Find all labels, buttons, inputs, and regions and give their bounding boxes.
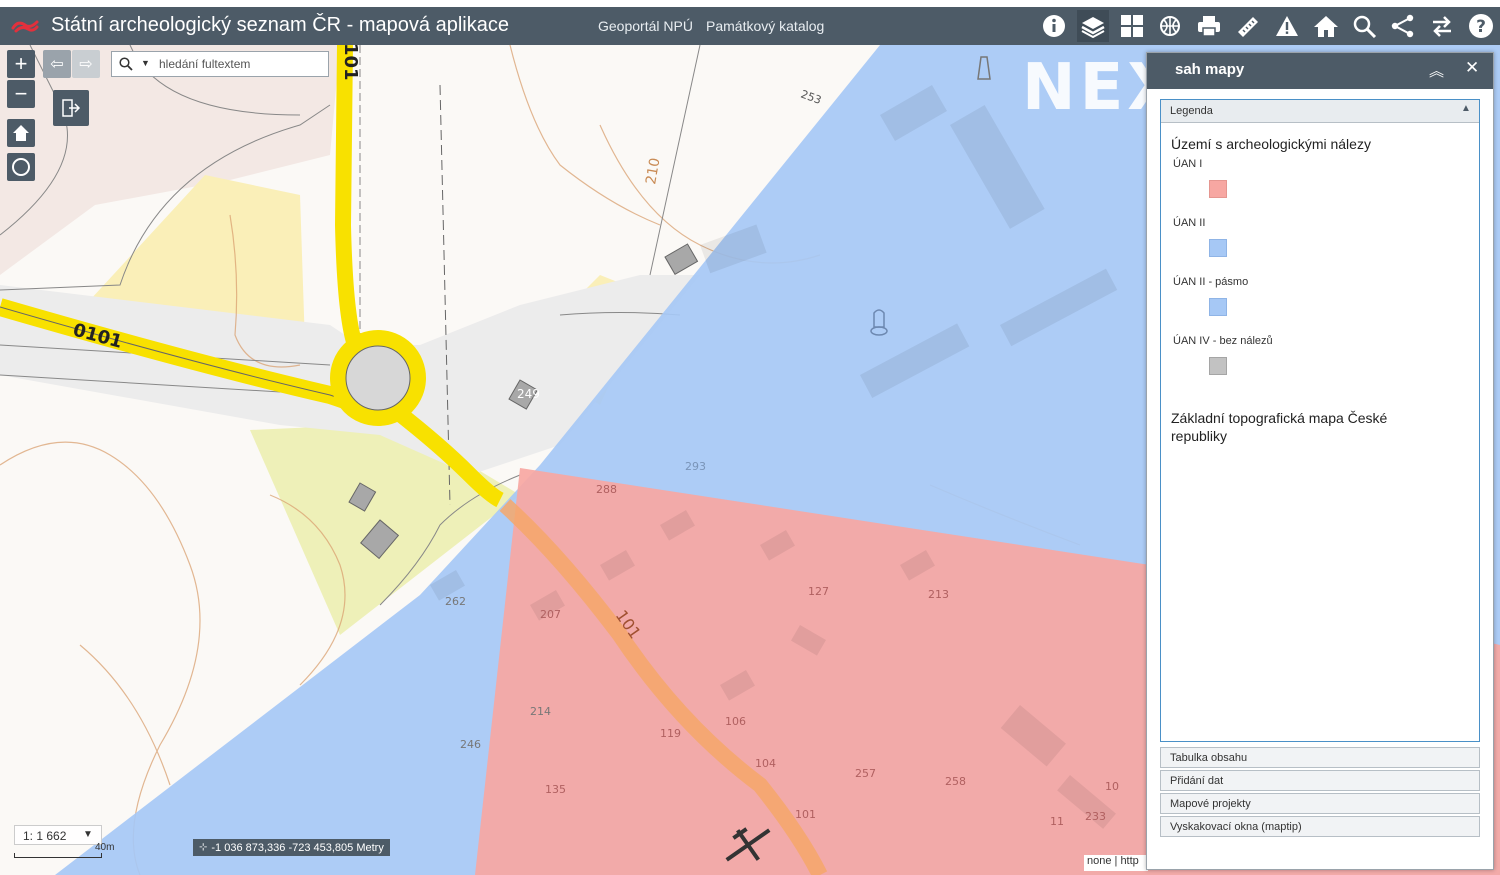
legend-swatch-uan2-pasmo: [1209, 298, 1227, 316]
share-icon[interactable]: [1387, 10, 1419, 42]
layers-icon[interactable]: [1077, 10, 1109, 42]
swap-icon[interactable]: [1426, 10, 1458, 42]
geoportal-link[interactable]: Geoportál NPÚ: [598, 18, 693, 34]
legend-item-label: ÚAN II: [1173, 217, 1206, 229]
scale-bar-label: 40m: [95, 842, 115, 853]
legend-item-label: ÚAN II - pásmo: [1173, 276, 1249, 288]
roundabout-center: [345, 345, 411, 411]
map-label-258: 258: [945, 775, 966, 788]
legend-group-topo: Základní topografická mapa České republi…: [1171, 410, 1388, 444]
map-label-101: 101: [795, 808, 816, 821]
legend-item-label: ÚAN IV - bez nálezů: [1173, 335, 1273, 347]
legend-section: Legenda ▲ Území s archeologickými nálezy…: [1160, 99, 1480, 742]
map-label-207: 207: [540, 608, 561, 621]
locate-button[interactable]: [7, 153, 35, 181]
search-icon: [119, 57, 133, 71]
search-box[interactable]: ▼: [111, 51, 329, 77]
attribution: none | http: [1084, 855, 1148, 871]
map-label-288: 288: [596, 483, 617, 496]
home-icon[interactable]: [1310, 10, 1342, 42]
home-extent-button[interactable]: [7, 119, 35, 147]
map-label-104: 104: [755, 757, 776, 770]
extent-forward-button[interactable]: ⇨: [72, 50, 100, 78]
map-label-253: 253: [799, 88, 823, 107]
home-icon: [13, 125, 29, 141]
crosshair-icon: ⊹: [199, 842, 208, 853]
zoom-out-button[interactable]: −: [7, 80, 35, 108]
app-title: Státní archeologický seznam ČR - mapová …: [51, 14, 509, 36]
warning-icon[interactable]: [1271, 10, 1303, 42]
zoom-in-button[interactable]: +: [7, 50, 35, 78]
map-label-height-210: 210: [643, 157, 663, 186]
close-icon[interactable]: ✕: [1465, 58, 1479, 78]
section-vyskakovaci-okna[interactable]: Vyskakovací okna (maptip): [1160, 816, 1480, 837]
legend-header[interactable]: Legenda ▲: [1161, 100, 1479, 123]
section-label: Přidání dat: [1170, 775, 1224, 787]
map-label-214: 214: [530, 705, 551, 718]
measure-icon[interactable]: [1232, 10, 1264, 42]
basemap-gallery-icon[interactable]: [1116, 10, 1148, 42]
legend-swatch-uan2: [1209, 239, 1227, 257]
map-label-213: 213: [928, 588, 949, 601]
search-icon[interactable]: [1349, 10, 1381, 42]
section-pridani-dat[interactable]: Přidání dat: [1160, 770, 1480, 791]
search-input[interactable]: [159, 55, 324, 73]
map-label-11: 11: [1050, 815, 1064, 828]
section-label: Vyskakovací okna (maptip): [1170, 821, 1302, 833]
legend-swatch-uan1: [1209, 180, 1227, 198]
npu-logo-icon: [11, 20, 39, 33]
road-101-north: [334, 45, 363, 348]
map-label-293: 293: [685, 460, 706, 473]
section-tabulka-obsahu[interactable]: Tabulka obsahu: [1160, 747, 1480, 768]
info-icon[interactable]: [1038, 10, 1070, 42]
legend-group-archeology: Území s archeologickými nálezy: [1171, 136, 1371, 152]
panel-header: sah mapy ︽ ✕: [1147, 53, 1493, 89]
map-label-119: 119: [660, 727, 681, 740]
scale-bar: [14, 853, 102, 858]
help-icon[interactable]: ?: [1465, 10, 1497, 42]
app-header: Státní archeologický seznam ČR - mapová …: [0, 7, 1500, 45]
map-label-127: 127: [808, 585, 829, 598]
map-content-panel: sah mapy ︽ ✕ Legenda ▲ Území s archeolog…: [1146, 52, 1494, 870]
toolbar: ?: [1040, 7, 1500, 45]
map-label-249: 249: [517, 387, 540, 401]
map-label-10: 10: [1105, 780, 1119, 793]
map-label-262: 262: [445, 595, 466, 608]
map-label-246: 246: [460, 738, 481, 751]
map-label-106: 106: [725, 715, 746, 728]
section-label: Mapové projekty: [1170, 798, 1251, 810]
legend-header-label: Legenda: [1170, 105, 1213, 117]
map-label-257: 257: [855, 767, 876, 780]
chevron-up-icon[interactable]: ▲: [1461, 103, 1471, 114]
extent-back-button[interactable]: ⇦: [43, 50, 71, 78]
search-dropdown-icon[interactable]: ▼: [141, 58, 150, 68]
section-label: Tabulka obsahu: [1170, 752, 1248, 764]
legend-item-label: ÚAN I: [1173, 158, 1203, 170]
legend-swatch-uan4: [1209, 357, 1227, 375]
map-switch-icon[interactable]: [1154, 10, 1186, 42]
coordinates-text: -1 036 873,336 -723 453,805 Metry: [211, 841, 384, 854]
svg-text:?: ?: [1476, 17, 1486, 37]
print-icon[interactable]: [1193, 10, 1225, 42]
scale-value: 1: 1 662: [23, 829, 67, 843]
scale-selector[interactable]: 1: 1 662 ▼: [14, 825, 102, 845]
locate-icon: [12, 158, 30, 176]
map-label-233: 233: [1085, 810, 1106, 823]
chevron-down-icon[interactable]: ▼: [83, 829, 93, 840]
coordinates-display: ⊹ -1 036 873,336 -723 453,805 Metry: [193, 839, 390, 856]
pamatkovy-katalog-link[interactable]: Památkový katalog: [706, 18, 824, 34]
section-mapove-projekty[interactable]: Mapové projekty: [1160, 793, 1480, 814]
exit-icon[interactable]: [53, 90, 89, 126]
panel-title: sah mapy: [1175, 61, 1245, 78]
map-label-135: 135: [545, 783, 566, 796]
top-strip: [0, 0, 1500, 7]
collapse-icon[interactable]: ︽: [1429, 60, 1444, 81]
map-label-road-101: 101: [340, 45, 361, 81]
